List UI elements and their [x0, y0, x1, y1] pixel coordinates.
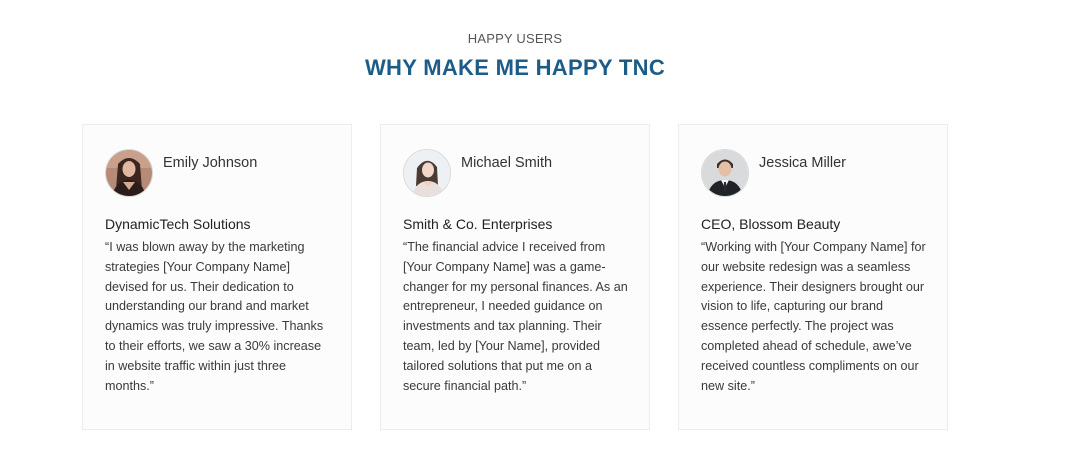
testimonial-name: Emily Johnson [163, 155, 258, 171]
testimonial-quote: “The financial advice I received from [Y… [403, 240, 628, 393]
avatar-photo-icon [702, 150, 748, 196]
testimonial-name: Michael Smith [461, 155, 553, 171]
avatar [105, 149, 153, 197]
testimonial-name: Jessica Miller [759, 155, 847, 171]
section-eyebrow: HAPPY USERS [467, 31, 563, 46]
avatar [403, 149, 451, 197]
testimonial-quote: “Working with [Your Company Name] for ou… [701, 240, 926, 393]
avatar-photo-icon [404, 150, 450, 196]
testimonial-card: Emily Johnson DynamicTech Solutions “I w… [82, 124, 352, 430]
avatar [701, 149, 749, 197]
avatar-photo-icon [106, 150, 152, 196]
section-title: WHY MAKE ME HAPPY TNC [364, 55, 666, 80]
testimonial-company: CEO, Blossom Beauty [701, 216, 841, 232]
testimonial-company: DynamicTech Solutions [105, 216, 251, 232]
testimonial-quote: “I was blown away by the marketing strat… [105, 240, 324, 393]
testimonial-company: Smith & Co. Enterprises [403, 216, 553, 232]
testimonial-card: Michael Smith Smith & Co. Enterprises “T… [380, 124, 650, 430]
testimonials-section: HAPPY USERS WHY MAKE ME HAPPY TNC Emily … [0, 0, 1080, 455]
testimonial-card: Jessica Miller CEO, Blossom Beauty “Work… [678, 124, 948, 430]
